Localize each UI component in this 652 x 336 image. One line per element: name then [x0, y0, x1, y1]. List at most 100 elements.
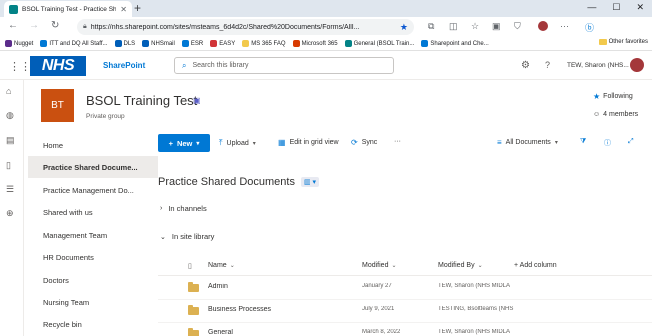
- bookmark-item[interactable]: Microsoft 365: [292, 40, 338, 47]
- nav-item-practice-management[interactable]: Practice Management Do...: [28, 179, 158, 201]
- bookmark-icon: [114, 40, 122, 47]
- site-logo[interactable]: BT: [41, 89, 74, 122]
- table-row[interactable]: General March 8, 2022 TEW, Sharon (NHS M…: [158, 323, 652, 336]
- favorites-icon[interactable]: ☆: [471, 21, 479, 32]
- view-switcher[interactable]: ≡ All Documents ▾: [497, 138, 558, 147]
- browser-tab[interactable]: BSOL Training Test - Practice Sh... ✕: [4, 1, 132, 17]
- nav-item-recycle-bin[interactable]: Recycle bin: [28, 313, 158, 335]
- bookmark-item[interactable]: ESR: [181, 40, 203, 47]
- nhs-logo[interactable]: NHS: [30, 56, 86, 76]
- home-icon[interactable]: ⌂: [6, 86, 11, 96]
- row-modified-by[interactable]: TESTING, Bsoltteams (NHS: [438, 306, 548, 312]
- bing-icon[interactable]: ⓑ: [585, 21, 594, 34]
- folder-icon: [188, 328, 199, 336]
- row-modified-by[interactable]: TEW, Sharon (NHS MIDLA: [438, 329, 548, 335]
- close-window-button[interactable]: ✕: [636, 2, 644, 13]
- user-name[interactable]: TEW, Sharon (NHS...: [567, 62, 629, 69]
- shield-icon[interactable]: ⛉: [514, 21, 521, 32]
- follow-button[interactable]: ★ Following: [593, 92, 633, 101]
- column-modified-by[interactable]: Modified By ⌄: [438, 262, 483, 269]
- bookmark-item[interactable]: MS 365 FAQ: [242, 40, 286, 47]
- search-box[interactable]: ⌕ Search this library: [174, 57, 394, 74]
- nav-item-nursing-team[interactable]: Nursing Team: [28, 291, 158, 313]
- bookmark-label: Sharepoint and Che...: [430, 40, 489, 47]
- column-modified[interactable]: Modified ⌄: [362, 262, 397, 269]
- upload-button[interactable]: ⤒ Upload ▾: [219, 138, 256, 148]
- chevron-down-icon: ⌄: [477, 263, 483, 269]
- split-screen-icon[interactable]: ◫: [449, 21, 458, 32]
- nav-item-practice-shared-documents[interactable]: Practice Shared Docume...: [28, 156, 158, 178]
- teams-icon[interactable]: ▣: [193, 96, 201, 105]
- row-name[interactable]: Business Processes: [208, 306, 271, 313]
- file-icon[interactable]: ▯: [6, 160, 11, 171]
- bookmark-item[interactable]: Nugget: [5, 40, 33, 47]
- nav-item-hr-documents[interactable]: HR Documents: [28, 246, 158, 268]
- collections-icon[interactable]: ▣: [492, 21, 501, 32]
- nav-item-shared-with-us[interactable]: Shared with us: [28, 201, 158, 223]
- lists-icon[interactable]: ☰: [6, 184, 14, 195]
- section-in-channels[interactable]: › In channels: [160, 204, 207, 213]
- nav-item-management-team[interactable]: Management Team: [28, 224, 158, 246]
- library-view-icon[interactable]: ▥ ▾: [300, 177, 320, 187]
- chevron-down-icon: ▾: [252, 140, 256, 147]
- settings-gear-icon[interactable]: ⚙︎: [521, 60, 530, 71]
- bookmark-item[interactable]: ITT and DQ All Staff...: [40, 40, 108, 47]
- extension-icon[interactable]: ⧉: [428, 21, 434, 32]
- url-text[interactable]: https://nhs.sharepoint.com/sites/msteams…: [91, 24, 396, 31]
- more-menu-icon[interactable]: ···: [560, 21, 569, 31]
- bookmark-item[interactable]: General (BSOL Train...: [344, 40, 414, 47]
- browser-tab-bar: BSOL Training Test - Practice Sh... ✕ + …: [0, 0, 652, 17]
- nav-item-doctors[interactable]: Doctors: [28, 269, 158, 291]
- user-avatar[interactable]: [630, 58, 644, 72]
- other-favorites-label: Other favorites: [608, 39, 648, 45]
- lock-icon[interactable]: 🔒︎: [83, 23, 87, 31]
- maximize-button[interactable]: ☐: [612, 2, 620, 13]
- chevron-down-icon: ▾: [196, 140, 200, 147]
- upload-label: Upload: [226, 139, 249, 147]
- table-row[interactable]: Business Processes July 9, 2021 TESTING,…: [158, 300, 652, 323]
- back-icon[interactable]: ←: [8, 20, 18, 31]
- upload-icon: ⤒: [219, 138, 223, 147]
- bookmark-icon: [142, 40, 150, 47]
- section-in-site-library[interactable]: ⌄ In site library: [160, 232, 214, 241]
- nav-item-home[interactable]: Home: [28, 134, 158, 156]
- file-type-icon[interactable]: ▯: [188, 262, 192, 270]
- bookmark-item[interactable]: DLS: [114, 40, 135, 47]
- favorite-star-icon[interactable]: ★: [400, 22, 408, 33]
- profile-avatar-icon[interactable]: [538, 21, 548, 33]
- forward-icon[interactable]: →: [29, 20, 39, 31]
- globe-icon[interactable]: ◍: [6, 110, 14, 121]
- more-commands-button[interactable]: ···: [394, 138, 401, 145]
- add-column-button[interactable]: + Add column: [514, 262, 557, 269]
- edit-grid-button[interactable]: ▦ Edit in grid view: [278, 138, 339, 147]
- new-tab-button[interactable]: +: [134, 1, 141, 15]
- members-button[interactable]: ☺ 4 members: [593, 111, 638, 118]
- create-icon[interactable]: ⊕: [6, 208, 14, 219]
- row-name[interactable]: Admin: [208, 283, 228, 290]
- info-icon[interactable]: ⓘ: [604, 138, 611, 148]
- table-row[interactable]: Admin January 27 TEW, Sharon (NHS MIDLA: [158, 277, 652, 300]
- minimize-button[interactable]: —: [587, 2, 596, 13]
- filter-icon[interactable]: ⧩: [580, 138, 586, 146]
- sync-button[interactable]: ⟳ Sync: [351, 138, 377, 147]
- bookmark-item[interactable]: EASY: [210, 40, 235, 47]
- sharepoint-header: ⋮⋮⋮ NHS SharePoint ⌕ Search this library…: [0, 52, 652, 80]
- row-name[interactable]: General: [208, 329, 233, 336]
- search-input[interactable]: Search this library: [192, 62, 248, 69]
- column-name[interactable]: Name ⌄: [208, 262, 235, 269]
- bookmark-item[interactable]: NHSmail: [142, 40, 175, 47]
- refresh-icon[interactable]: ↻: [51, 20, 59, 31]
- sync-icon: ⟳: [351, 138, 358, 147]
- new-button[interactable]: + New ▾: [158, 134, 210, 152]
- help-icon[interactable]: ?: [545, 60, 550, 70]
- bookmark-item[interactable]: Sharepoint and Che...: [421, 40, 489, 47]
- tab-close-icon[interactable]: ✕: [120, 5, 127, 14]
- news-icon[interactable]: ▤: [6, 135, 15, 146]
- row-modified-by[interactable]: TEW, Sharon (NHS MIDLA: [438, 283, 548, 289]
- site-title[interactable]: BSOL Training Test: [86, 93, 197, 108]
- address-bar[interactable]: 🔒︎ https://nhs.sharepoint.com/sites/mste…: [77, 19, 414, 35]
- other-favorites[interactable]: Other favorites: [598, 39, 648, 45]
- view-icon: ≡: [497, 138, 502, 147]
- expand-icon[interactable]: ⤢: [628, 138, 634, 146]
- sharepoint-link[interactable]: SharePoint: [103, 61, 145, 70]
